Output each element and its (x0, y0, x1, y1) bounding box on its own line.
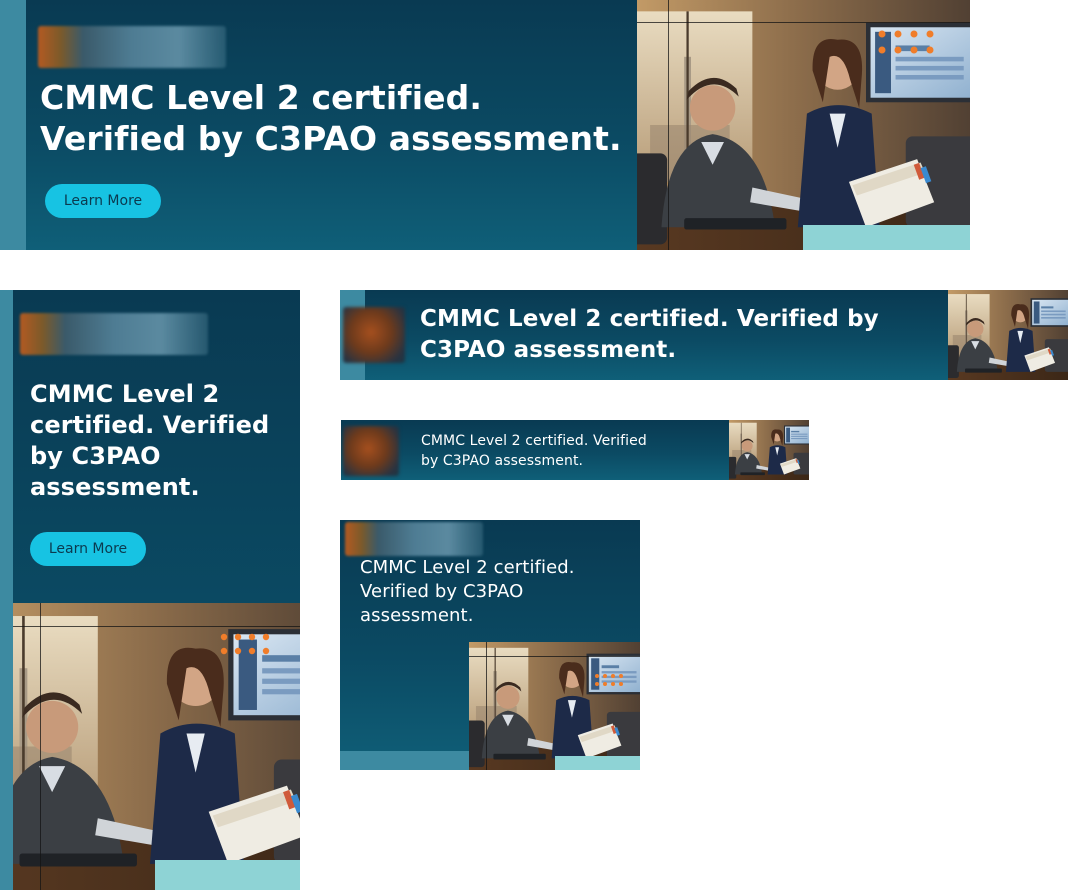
brand-logo (343, 307, 405, 363)
frame-line (469, 656, 640, 657)
office-photo (729, 420, 809, 480)
frame-line (486, 642, 487, 770)
brand-logo (343, 426, 399, 476)
office-photo (469, 642, 640, 770)
ad-headline: CMMC Level 2 certified. Verified by C3PA… (40, 78, 622, 158)
ad-headline: CMMC Level 2 certified. Verified by C3PA… (30, 380, 270, 501)
teal-accent-block (803, 225, 970, 250)
dot-pattern (595, 674, 623, 686)
frame-line (40, 603, 41, 890)
ad-banner-468x60[interactable]: CMMC Level 2 certified. Verified by C3PA… (341, 420, 809, 480)
ad-headline: CMMC Level 2 certified. Verified by C3PA… (421, 433, 647, 469)
learn-more-button[interactable]: Learn More (30, 532, 146, 566)
frame-line (13, 626, 300, 627)
brand-logo (345, 522, 483, 556)
ad-banner-300x250[interactable]: CMMC Level 2 certified. Verified by C3PA… (340, 520, 640, 770)
teal-accent-block (155, 860, 300, 890)
accent-stripe (0, 0, 26, 250)
dot-pattern (220, 633, 270, 655)
ad-banner-970x250[interactable]: CMMC Level 2 certified. Verified by C3PA… (0, 0, 970, 250)
teal-accent-block (555, 756, 640, 770)
ad-banner-300x600[interactable]: CMMC Level 2 certified. Verified by C3PA… (0, 290, 300, 890)
accent-stripe (0, 290, 13, 890)
frame-line (668, 0, 669, 250)
learn-more-button[interactable]: Learn More (45, 184, 161, 218)
ad-headline: CMMC Level 2 certified. Verified by C3PA… (420, 306, 879, 363)
teal-accent-block (340, 751, 469, 770)
ad-banner-728x90[interactable]: CMMC Level 2 certified. Verified by C3PA… (340, 290, 1068, 380)
ad-headline: CMMC Level 2 certified. Verified by C3PA… (360, 557, 575, 626)
brand-logo (20, 313, 208, 355)
frame-line (637, 22, 970, 23)
office-photo (948, 290, 1068, 380)
dot-pattern (878, 30, 934, 54)
brand-logo (38, 26, 226, 68)
